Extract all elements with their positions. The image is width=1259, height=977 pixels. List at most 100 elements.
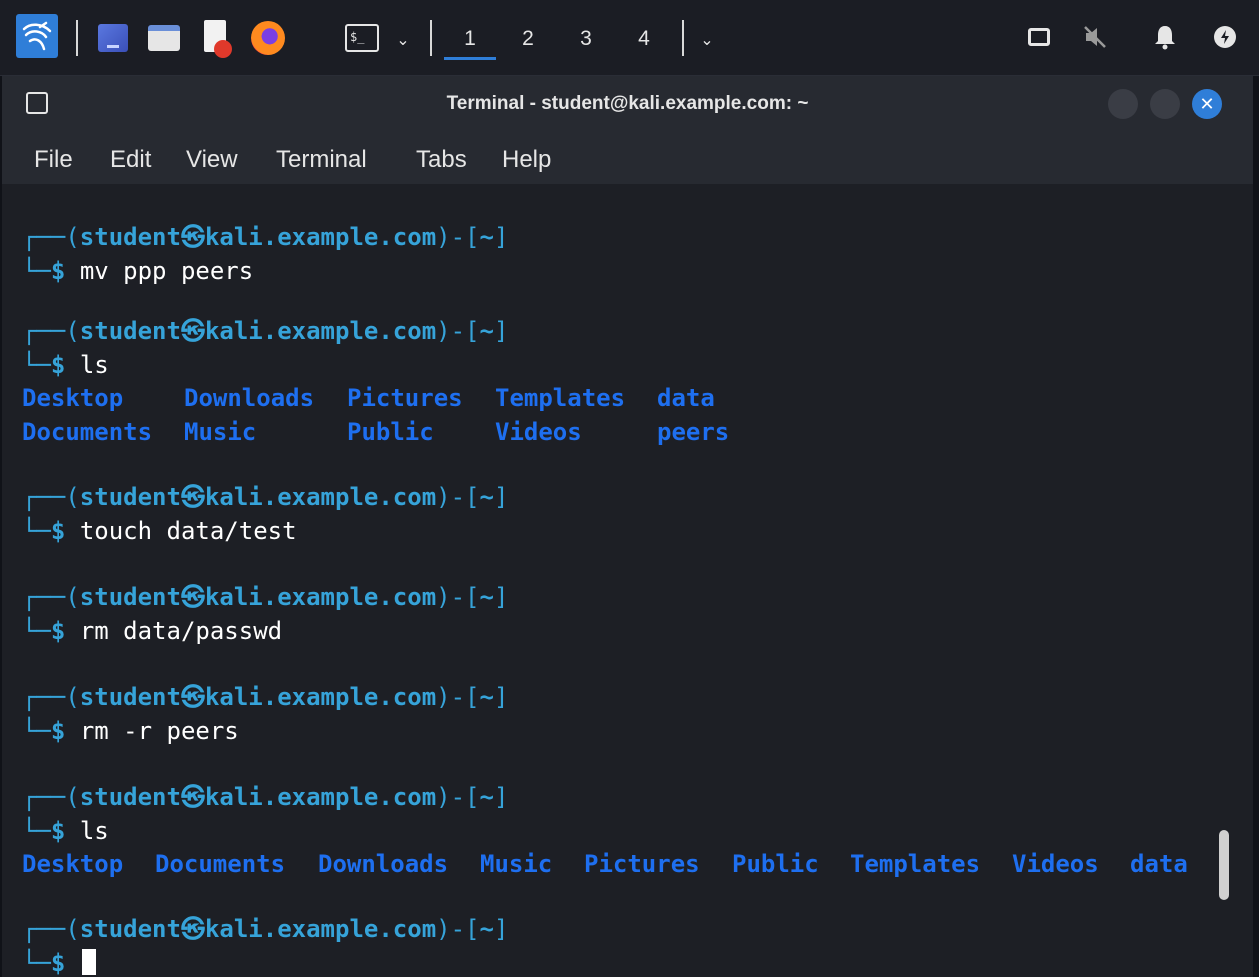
prompt-host: kali.example.com [204, 915, 437, 943]
prompt-frame: )-[ [436, 317, 480, 345]
prompt-frame: ] [493, 683, 509, 711]
menu-help[interactable]: Help [502, 146, 551, 174]
command-text: ls [79, 817, 109, 845]
bell-icon [1155, 26, 1175, 50]
ls-entry: Downloads [184, 384, 315, 412]
ls-entry: data [1130, 850, 1188, 878]
prompt-frame: └─ [22, 817, 51, 845]
prompt-frame: └─ [22, 351, 51, 379]
ls-entry: Videos [1012, 850, 1099, 878]
firefox-button[interactable] [248, 18, 288, 58]
terminal-icon: $_ [345, 24, 379, 52]
text-editor-icon [202, 20, 232, 58]
kali-dragon-icon [22, 21, 52, 51]
panel-separator [682, 20, 684, 56]
prompt-line: ┌──(student㉿kali.example.com)-[~] [22, 682, 508, 712]
terminal-window: Terminal - student@kali.example.com: ~ ✕… [2, 76, 1253, 977]
prompt-user: student [79, 223, 181, 251]
prompt-line: ┌──(student㉿kali.example.com)-[~] [22, 782, 508, 812]
ls-entry: peers [657, 418, 730, 446]
prompt-host: kali.example.com [204, 317, 437, 345]
command-text: touch data/test [79, 517, 297, 545]
menu-terminal[interactable]: Terminal [276, 146, 367, 174]
prompt-symbol: $ [50, 517, 66, 545]
scrollbar-thumb[interactable] [1219, 830, 1229, 900]
prompt-user: student [79, 783, 181, 811]
prompt-frame: ┌──( [22, 317, 80, 345]
desktop-icon [98, 24, 128, 52]
prompt-symbol: $ [50, 617, 66, 645]
terminal-launcher-button[interactable]: $_ [342, 22, 382, 54]
workspace-3[interactable]: 3 [568, 22, 604, 56]
prompt-line: ┌──(student㉿kali.example.com)-[~] [22, 316, 508, 346]
title-bar[interactable]: Terminal - student@kali.example.com: ~ ✕ [2, 76, 1253, 134]
prompt-line: ┌──(student㉿kali.example.com)-[~] [22, 482, 508, 512]
prompt-path: ~ [479, 583, 494, 611]
ls-entry: Desktop [22, 384, 124, 412]
ls-entry: Documents [22, 418, 153, 446]
close-button[interactable]: ✕ [1192, 89, 1222, 119]
menu-view[interactable]: View [186, 146, 238, 174]
terminal-output[interactable]: ┌──(student㉿kali.example.com)-[~] └─$ mv… [2, 184, 1218, 977]
muted-speaker-icon [1084, 26, 1106, 48]
notifications-tray-button[interactable] [1150, 22, 1180, 52]
command-line: └─$ touch data/test [22, 516, 297, 546]
prompt-symbol: $ [50, 949, 66, 977]
prompt-path: ~ [479, 223, 494, 251]
menu-file[interactable]: File [34, 146, 73, 174]
prompt-frame: ] [493, 783, 509, 811]
volume-tray-button[interactable] [1080, 22, 1110, 52]
top-panel: $_ ⌄ 1 2 3 4 ⌄ [0, 0, 1259, 76]
chevron-down-icon: ⌄ [700, 29, 714, 49]
window-title: Terminal - student@kali.example.com: ~ [446, 93, 809, 114]
workspace-2[interactable]: 2 [510, 22, 546, 56]
folder-icon [148, 25, 180, 51]
close-icon: ✕ [1199, 93, 1215, 115]
prompt-path: ~ [479, 915, 494, 943]
ls-entry: Pictures [347, 384, 463, 412]
maximize-button[interactable] [1150, 89, 1180, 119]
prompt-user: student [79, 683, 181, 711]
ls-entry: Pictures [584, 850, 700, 878]
prompt-frame: )-[ [436, 483, 480, 511]
prompt-host: kali.example.com [204, 783, 437, 811]
prompt-host: kali.example.com [204, 483, 437, 511]
prompt-host: kali.example.com [204, 683, 437, 711]
prompt-symbol: $ [50, 257, 66, 285]
text-editor-button[interactable] [196, 18, 236, 58]
file-manager-button[interactable] [146, 22, 182, 54]
prompt-frame: └─ [22, 517, 51, 545]
prompt-user: student [79, 483, 181, 511]
prompt-line: ┌──(student㉿kali.example.com)-[~] [22, 222, 508, 252]
workspace-4[interactable]: 4 [626, 22, 662, 56]
power-tray-button[interactable] [1210, 22, 1240, 52]
power-icon [1214, 26, 1236, 48]
ls-entry: data [657, 384, 715, 412]
ls-entry: Templates [850, 850, 981, 878]
display-tray-button[interactable] [1024, 22, 1054, 52]
prompt-frame: └─ [22, 717, 51, 745]
workspace-1[interactable]: 1 [444, 22, 496, 60]
prompt-line: ┌──(student㉿kali.example.com)-[~] [22, 582, 508, 612]
command-line: └─$ ls [22, 350, 109, 380]
monitor-icon [1028, 28, 1050, 46]
minimize-button[interactable] [1108, 89, 1138, 119]
prompt-at: ㉿ [180, 683, 205, 711]
workspace-dropdown[interactable]: ⌄ [696, 26, 718, 52]
chevron-down-icon: ⌄ [396, 29, 410, 49]
prompt-frame: )-[ [436, 683, 480, 711]
prompt-at: ㉿ [180, 317, 205, 345]
prompt-frame: ┌──( [22, 223, 80, 251]
prompt-frame: )-[ [436, 223, 480, 251]
launcher-dropdown[interactable]: ⌄ [392, 26, 414, 52]
menu-edit[interactable]: Edit [110, 146, 151, 174]
prompt-frame: ] [493, 223, 509, 251]
show-desktop-button[interactable] [96, 22, 130, 54]
prompt-frame: ┌──( [22, 783, 80, 811]
active-command-line[interactable]: └─$ [22, 948, 96, 977]
ls-entry: Public [347, 418, 434, 446]
kali-menu-button[interactable] [16, 14, 58, 58]
menu-tabs[interactable]: Tabs [416, 146, 467, 174]
prompt-frame: )-[ [436, 583, 480, 611]
prompt-path: ~ [479, 683, 494, 711]
